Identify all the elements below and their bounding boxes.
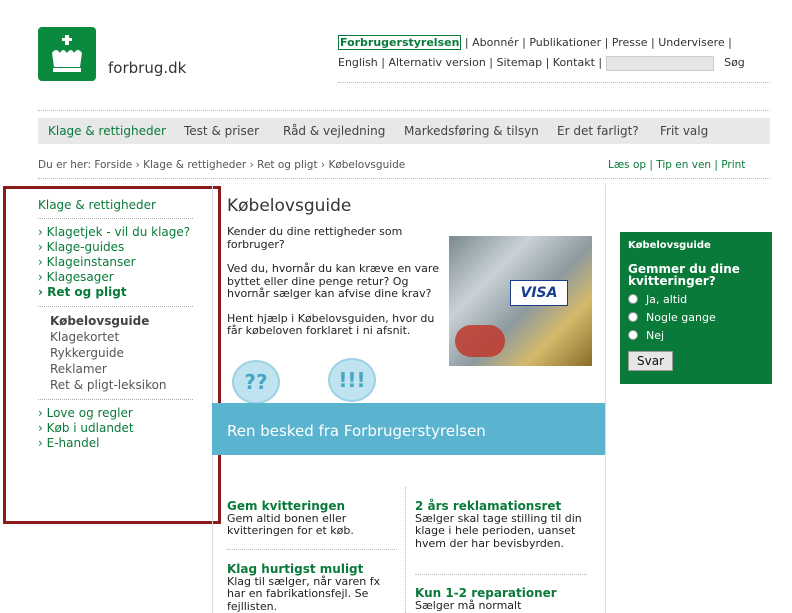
article-title[interactable]: Gem kvitteringen [227,500,397,513]
mastercard-logo [455,325,505,357]
toplink-forbrugerstyrelsen[interactable]: Forbrugerstyrelsen [338,35,462,50]
radio-button[interactable] [628,294,638,304]
article-text: Gem altid bonen eller kvitteringen for e… [227,511,354,537]
search-input[interactable] [605,55,714,71]
toplink-alternativ[interactable]: Alternativ version [388,56,485,69]
divider [227,549,397,550]
poll-question: Gemmer du dine kvitteringer? [628,262,740,288]
article-teaser[interactable]: 2 års reklamationsret Sælger skal tage s… [415,500,595,550]
poll-option-label: Nogle gange [646,311,716,324]
search-button[interactable]: Søg [724,56,745,69]
poll-box: Købelovsguide Gemmer du dine kvitteringe… [620,232,772,384]
bubble-text: !!! [338,368,366,392]
nav-farligt[interactable]: Er det farligt? [557,124,639,138]
poll-option[interactable]: Ja, altid [628,291,764,309]
logo-crown-icon[interactable] [38,27,96,81]
page-tools[interactable]: Læs op | Tip en ven | Print [608,159,745,171]
bubble-text: ?? [244,370,268,394]
poll-option[interactable]: Nogle gange [628,309,764,327]
poll-option-label: Nej [646,329,665,342]
exclamation-bubble-icon: !!! [328,358,376,402]
article-teaser[interactable]: Gem kvitteringen Gem altid bonen eller k… [227,500,397,538]
toplink-kontakt[interactable]: Kontakt [553,56,595,69]
article-teaser[interactable]: Klag hurtigst muligt Klag til sælger, nå… [227,563,397,613]
divider [405,487,406,613]
intro-paragraph: Kender du dine rettigheder som forbruger… [227,225,403,251]
highlight-frame [3,186,221,524]
divider [38,178,770,179]
article-text: Sælger må normalt [415,598,522,612]
article-teaser[interactable]: Kun 1-2 reparationer Sælger må normalt [415,587,595,612]
divider [212,185,213,613]
nav-raad[interactable]: Råd & vejledning [283,124,385,138]
intro-text: Kender du dine rettigheder som forbruger… [227,225,442,350]
poll-title: Købelovsguide [628,240,711,251]
nav-test[interactable]: Test & priser [184,124,259,138]
top-links: Forbrugerstyrelsen | Abonnér | Publikati… [338,35,745,71]
nav-klage[interactable]: Klage & rettigheder [48,124,166,138]
toplink-undervisere[interactable]: Undervisere [658,36,724,49]
intro-paragraph: Ved du, hvornår du kan kræve en vare byt… [227,262,439,300]
radio-button[interactable] [628,312,638,322]
article-title[interactable]: Klag hurtigst muligt [227,563,397,576]
article-text: Sælger skal tage stilling til din klage … [415,511,582,550]
question-bubble-icon: ?? [232,360,280,404]
divider [605,185,606,613]
article-title[interactable]: 2 års reklamationsret [415,500,595,513]
divider [38,110,770,111]
article-title[interactable]: Kun 1-2 reparationer [415,587,595,600]
intro-paragraph: Hent hjælp i Købelovsguiden, hvor du får… [227,311,435,337]
main-nav: Klage & rettigheder Test & priser Råd & … [38,118,770,144]
nav-markedsforing[interactable]: Markedsføring & tilsyn [404,124,539,138]
toplink-presse[interactable]: Presse [612,36,648,49]
poll-option-label: Ja, altid [646,293,688,306]
visa-label: VISA [520,285,558,301]
toplink-sitemap[interactable]: Sitemap [497,56,543,69]
divider [415,574,587,575]
divider [338,82,770,83]
toplink-english[interactable]: English [338,56,378,69]
banner-text[interactable]: Ren besked fra Forbrugerstyrelsen [227,422,486,440]
poll-option[interactable]: Nej [628,327,764,345]
logo-text[interactable]: forbrug.dk [108,59,186,77]
page-title: Købelovsguide [227,196,352,216]
visa-logo: VISA [510,280,568,306]
poll-submit-button[interactable]: Svar [628,351,674,371]
breadcrumb[interactable]: Du er her: Forside › Klage & rettigheder… [38,159,405,171]
nav-frit-valg[interactable]: Frit valg [660,124,708,138]
toplink-publikationer[interactable]: Publikationer [529,36,601,49]
toplink-abonner[interactable]: Abonnér [472,36,518,49]
radio-button[interactable] [628,330,638,340]
article-text: Klag til sælger, når varen fx har en fab… [227,574,381,613]
